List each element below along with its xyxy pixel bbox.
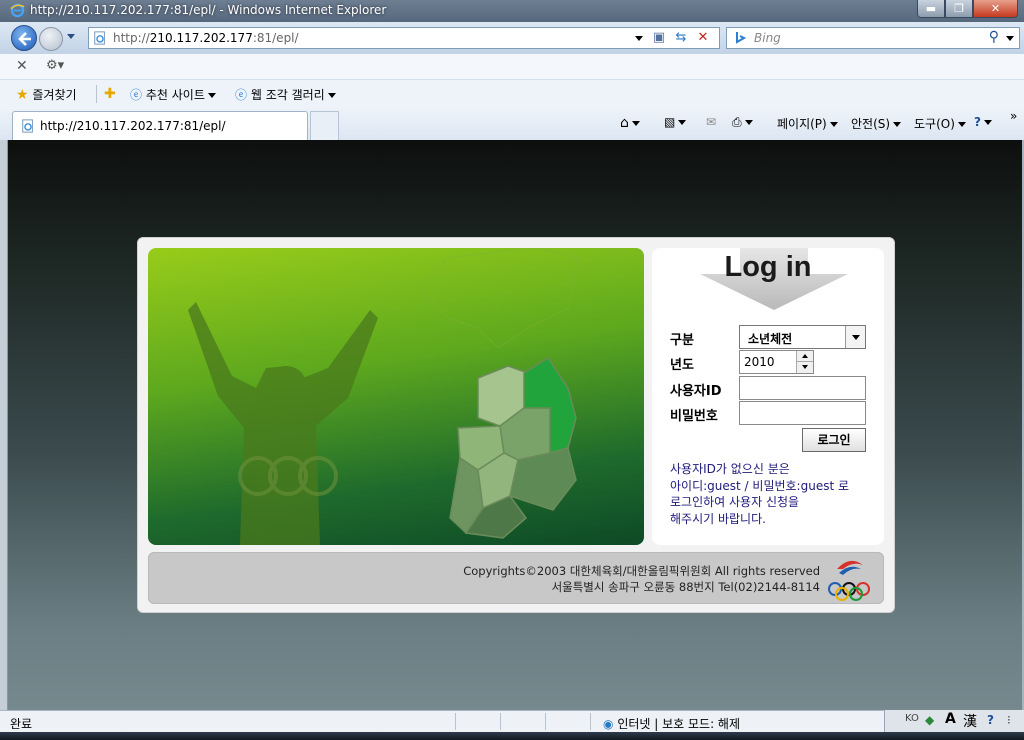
athlete-and-korea-map-illustration <box>188 248 579 545</box>
minimize-button[interactable]: ▬ <box>917 0 945 18</box>
ie-small-icon: ⓔ <box>130 88 143 102</box>
address-url[interactable]: http://210.117.202.177:81/epl/ <box>113 31 299 45</box>
password-input[interactable] <box>739 401 866 425</box>
close-toolbar-icon[interactable]: ✕ <box>16 58 28 74</box>
ime-mode[interactable]: A <box>945 711 956 727</box>
category-label: 구분 <box>670 333 694 348</box>
tab-current-page[interactable]: http://210.117.202.177:81/epl/ <box>12 111 308 140</box>
category-select[interactable]: 소년체전 <box>739 325 866 349</box>
navigation-bar: http://210.117.202.177:81/epl/ ▣ ⇆ ✕ Bin… <box>0 22 1024 54</box>
status-text: 완료 <box>10 717 33 731</box>
globe-icon: ◉ <box>603 717 614 731</box>
compatibility-view-icon[interactable]: ▣ <box>651 30 667 46</box>
year-decrement-button[interactable] <box>796 362 813 373</box>
favorites-button[interactable]: ★ 즐겨찾기 <box>16 86 77 103</box>
divider <box>500 713 501 730</box>
address-text: 서울특별시 송파구 오륜동 88번지 Tel(02)2144-8114 <box>551 580 820 594</box>
suggested-sites-button[interactable]: ⓔ 추천 사이트 <box>130 86 216 103</box>
year-value: 2010 <box>744 355 775 369</box>
new-tab-button[interactable] <box>310 111 339 140</box>
read-mail-icon[interactable]: ✉ <box>706 115 716 129</box>
address-dropdown-icon[interactable] <box>635 36 643 41</box>
ime-settings-icon[interactable]: ◆ <box>925 713 934 727</box>
recent-pages-dropdown[interactable] <box>67 34 75 39</box>
refresh-icon[interactable]: ⇆ <box>673 30 689 46</box>
window-title: http://210.117.202.177:81/epl/ - Windows… <box>30 3 387 17</box>
window-title-bar: http://210.117.202.177:81/epl/ - Windows… <box>0 0 1024 22</box>
favorites-bar: ★ 즐겨찾기 ✚ ⓔ 추천 사이트 ⓔ 웹 조각 갤러리 <box>0 80 1024 108</box>
command-row: ✕ ⚙▾ <box>0 54 1024 80</box>
add-favorite-icon[interactable]: ✚ <box>104 86 116 102</box>
search-box[interactable]: Bing ⚲ <box>726 27 1020 49</box>
userid-label: 사용자ID <box>670 384 722 399</box>
help-icon[interactable]: ? <box>987 713 994 727</box>
login-form: Log in 구분 소년체전 년도 2010 사용자ID 비밀번호 로그인 사용… <box>652 248 884 545</box>
page-footer: Copyrights©2003 대한체육회/대한올림픽위원회 All right… <box>148 552 884 604</box>
security-zone[interactable]: ◉ 인터넷 | 보호 모드: 해제 <box>603 715 740 732</box>
tab-bar: http://210.117.202.177:81/epl/ ⌂ ▧ ✉ ⎙ 페… <box>0 108 1024 140</box>
page-icon <box>22 119 33 133</box>
search-placeholder: Bing <box>754 31 781 45</box>
divider <box>545 713 546 730</box>
more-commands-icon[interactable]: » <box>1010 109 1017 123</box>
search-options-dropdown[interactable] <box>1006 36 1014 41</box>
internet-explorer-icon <box>10 3 25 18</box>
login-button[interactable]: 로그인 <box>802 428 866 452</box>
tab-label: http://210.117.202.177:81/epl/ <box>40 119 226 133</box>
ime-hanja[interactable]: 漢 <box>963 711 977 731</box>
divider <box>590 713 591 730</box>
options-icon[interactable]: ⁝ <box>1007 713 1011 727</box>
maximize-button[interactable]: ❐ <box>945 0 973 18</box>
chevron-down-icon[interactable] <box>845 326 865 348</box>
page-menu[interactable]: 페이지(P) <box>777 115 838 132</box>
print-icon[interactable]: ⎙ <box>732 115 753 130</box>
login-title: Log in <box>724 251 812 283</box>
search-icon[interactable]: ⚲ <box>989 29 999 45</box>
guest-login-notice: 사용자ID가 없으신 분은 아이디:guest / 비밀번호:guest 로 로… <box>670 462 850 526</box>
category-value: 소년체전 <box>748 332 793 346</box>
status-bar: 완료 ◉ 인터넷 | 보호 모드: 해제 <box>0 710 1024 732</box>
web-slice-gallery-button[interactable]: ⓔ 웹 조각 갤러리 <box>235 86 336 103</box>
divider <box>455 713 456 730</box>
year-label: 년도 <box>670 358 694 373</box>
back-arrow-icon <box>18 32 31 46</box>
page-content: Log in 구분 소년체전 년도 2010 사용자ID 비밀번호 로그인 사용… <box>8 140 1022 710</box>
ie-small-icon: ⓔ <box>235 88 248 102</box>
windows-taskbar <box>0 732 1024 740</box>
year-stepper[interactable]: 2010 <box>739 350 814 374</box>
safety-menu[interactable]: 안전(S) <box>851 115 902 132</box>
convert-icon[interactable]: ⚙▾ <box>46 58 64 73</box>
userid-input[interactable] <box>739 376 866 400</box>
page-icon <box>94 31 105 45</box>
back-button[interactable] <box>11 25 37 51</box>
tools-menu[interactable]: 도구(O) <box>914 115 966 132</box>
forward-button[interactable] <box>39 27 63 51</box>
home-icon[interactable]: ⌂ <box>620 115 640 131</box>
divider <box>96 85 97 103</box>
favorites-star-icon: ★ <box>16 87 29 103</box>
window-frame-left <box>0 140 8 710</box>
copyright-text: Copyrights©2003 대한체육회/대한올림픽위원회 All right… <box>463 564 820 578</box>
hero-banner <box>148 248 644 545</box>
korean-olympic-committee-logo <box>828 560 870 601</box>
address-bar[interactable]: http://210.117.202.177:81/epl/ ▣ ⇆ ✕ <box>88 27 720 49</box>
ime-language[interactable]: KO <box>905 713 919 724</box>
login-panel: Log in 구분 소년체전 년도 2010 사용자ID 비밀번호 로그인 사용… <box>137 237 895 613</box>
help-icon[interactable]: ? <box>974 115 992 129</box>
close-button[interactable]: ✕ <box>973 0 1018 18</box>
feeds-icon[interactable]: ▧ <box>664 115 687 129</box>
ime-language-bar: KO ◆ A 漢 ? ⁝ <box>884 710 1024 732</box>
year-increment-button[interactable] <box>796 351 813 362</box>
stop-icon[interactable]: ✕ <box>695 30 711 46</box>
bing-icon <box>736 32 747 44</box>
password-label: 비밀번호 <box>670 409 718 424</box>
